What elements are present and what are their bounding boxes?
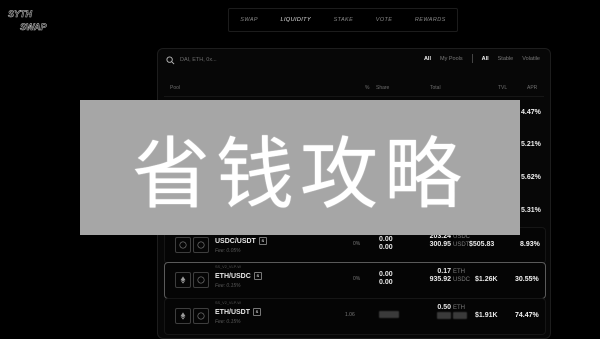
pool-name: ETH/USDT S xyxy=(215,308,261,316)
eth-token-icon xyxy=(175,272,191,288)
redacted-total xyxy=(437,312,451,319)
pool-name: ETH/USDC S xyxy=(215,272,262,280)
pool-total: 203.24 300.95 xyxy=(423,233,451,249)
total-value-2: 300.95 xyxy=(429,241,451,248)
usdt-token-icon xyxy=(193,237,209,253)
pool-pair: ETH/USDC xyxy=(215,272,251,280)
pool-percent: 1.06 xyxy=(345,312,355,318)
pool-share-redacted xyxy=(379,307,399,321)
header-pool[interactable]: Pool xyxy=(170,85,180,91)
total-symbol-2: USDC xyxy=(453,277,471,283)
logo-graphic: SYTH SWAP xyxy=(8,9,48,33)
search-input[interactable] xyxy=(180,57,260,63)
total-value-1: 0.50 xyxy=(437,304,451,311)
hidden-apr-1: 4.47% xyxy=(521,109,541,116)
nav-liquidity[interactable]: LIQUIDITY xyxy=(281,17,312,23)
pool-apr: 74.47% xyxy=(515,312,539,319)
pool-tvl: $1.26K xyxy=(475,276,498,283)
hidden-apr-2: 5.21% xyxy=(521,141,541,148)
header-tvl[interactable]: TVL xyxy=(498,85,507,91)
share-value-2: 0.00 xyxy=(379,244,393,251)
filter-volatile[interactable]: Volatile xyxy=(522,56,540,62)
header-divider xyxy=(164,96,544,97)
pool-filters: All My Pools All Stable Volatile xyxy=(424,54,540,63)
stable-badge: S xyxy=(253,308,261,316)
pool-pair: ETH/USDT xyxy=(215,308,250,316)
header-percent: % xyxy=(365,85,370,91)
pool-tag: SS_V2_VLP-W xyxy=(215,301,241,305)
app-logo[interactable]: SYTH SWAP xyxy=(6,6,76,34)
header-share[interactable]: Share xyxy=(376,85,389,91)
filter-all-types[interactable]: All xyxy=(482,56,489,62)
filter-my-pools[interactable]: My Pools xyxy=(440,56,463,62)
share-value-2: 0.00 xyxy=(379,279,393,286)
stable-badge: S xyxy=(253,272,262,280)
pool-fee: Fee: 0.05% xyxy=(215,248,241,254)
pool-apr: 8.93% xyxy=(520,241,540,248)
nav-vote[interactable]: VOTE xyxy=(376,17,393,23)
logo-word-1: SYTH xyxy=(8,9,33,19)
pool-total-symbols: ETH USDC xyxy=(453,268,470,284)
stable-badge: S xyxy=(258,237,267,245)
pool-tvl: $1.91K xyxy=(475,312,498,319)
pool-pair: USDC/USDT xyxy=(215,237,256,245)
pool-total-symbols: ETH xyxy=(453,304,467,322)
usdt-token-icon xyxy=(193,308,209,324)
hidden-apr-3: 5.62% xyxy=(521,174,541,181)
pool-percent: 0% xyxy=(353,241,361,247)
filter-stable[interactable]: Stable xyxy=(498,56,514,62)
pool-tvl: $505.83 xyxy=(469,241,495,248)
pool-fee: Fee: 0.15% xyxy=(215,319,241,325)
total-value-1: 0.17 xyxy=(437,268,451,275)
hidden-apr-4: 5.31% xyxy=(521,207,541,214)
pool-row-eth-usdc[interactable]: SS_V2_VLP-W ETH/USDC S Fee: 0.15% 0% 0.00… xyxy=(164,262,546,299)
pool-total: 0.50 xyxy=(423,304,451,322)
nav-swap[interactable]: SWAP xyxy=(240,17,258,23)
usdc-token-icon xyxy=(175,237,191,253)
pool-share: 0.00 0.00 xyxy=(379,236,393,252)
header-total[interactable]: Total xyxy=(430,85,441,91)
share-value-1: 0.00 xyxy=(379,271,393,278)
pool-row-eth-usdt[interactable]: SS_V2_VLP-W ETH/USDT S Fee: 0.15% 1.06 0.… xyxy=(164,298,546,335)
total-value-2: 935.92 xyxy=(429,276,451,283)
logo-word-2: SWAP xyxy=(20,22,48,32)
filter-divider xyxy=(471,54,473,63)
pool-share: 0.00 0.00 xyxy=(379,271,393,287)
overlay-title: 省钱攻略 xyxy=(131,129,468,220)
filter-all-pools[interactable]: All xyxy=(424,56,431,62)
pool-name: USDC/USDT S xyxy=(215,237,267,245)
search-icon xyxy=(166,55,175,64)
pool-apr: 30.55% xyxy=(515,276,539,283)
redacted-share xyxy=(379,311,399,318)
header-apr[interactable]: APR xyxy=(527,85,537,91)
eth-token-icon xyxy=(175,308,191,324)
pool-fee: Fee: 0.15% xyxy=(215,283,241,289)
top-navigation: SWAP LIQUIDITY STAKE VOTE REWARDS xyxy=(228,8,458,32)
nav-rewards[interactable]: REWARDS xyxy=(415,17,446,23)
pool-total: 0.17 935.92 xyxy=(423,268,451,284)
pool-tag: SS_V2_VLP-W xyxy=(215,265,241,269)
nav-stake[interactable]: STAKE xyxy=(334,17,354,23)
total-symbol-1: ETH xyxy=(453,269,465,275)
promo-overlay-banner: 省钱攻略 xyxy=(80,100,520,235)
share-value-1: 0.00 xyxy=(379,236,393,243)
redacted-symbol xyxy=(453,312,467,319)
search-bar xyxy=(166,53,260,67)
total-symbol-1: ETH xyxy=(453,305,465,311)
pool-percent: 0% xyxy=(353,276,361,282)
total-symbol-2: USDT xyxy=(453,242,470,248)
usdc-token-icon xyxy=(193,272,209,288)
pool-total-symbols: USDC USDT xyxy=(453,233,470,249)
